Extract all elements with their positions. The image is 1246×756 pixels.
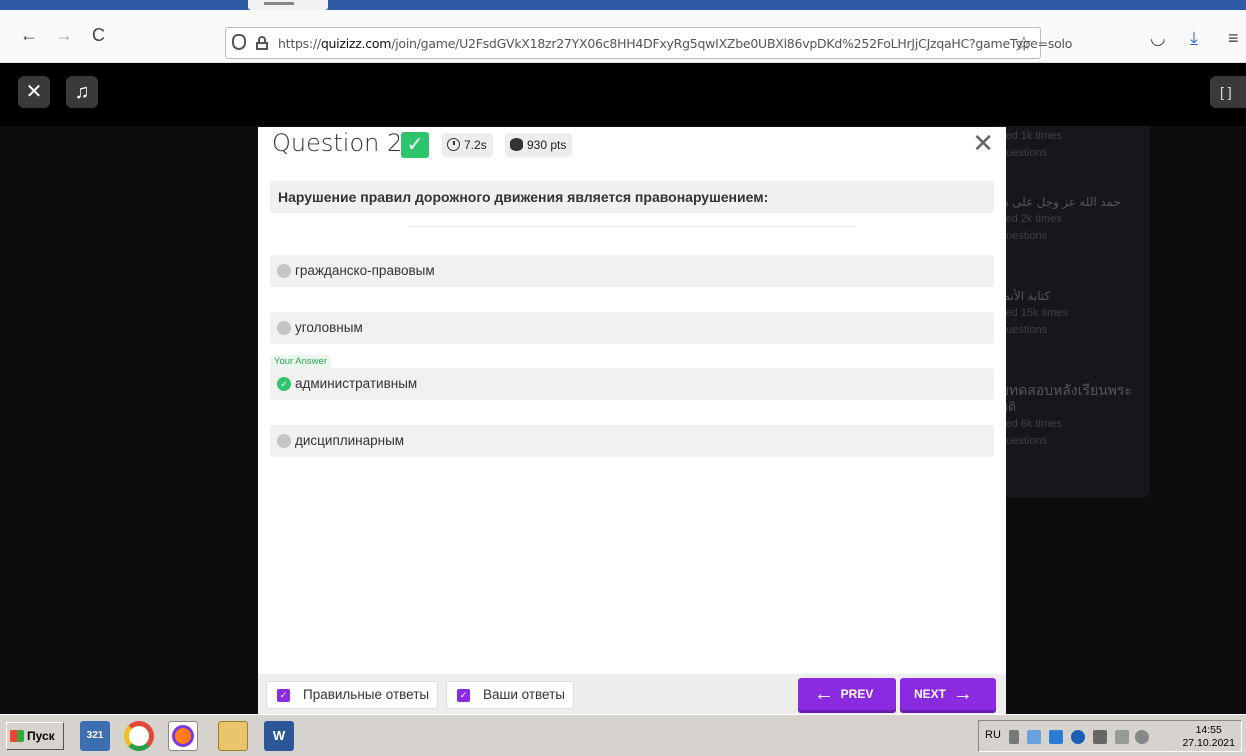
url-text[interactable]: https://quizizz.com/join/game/U2FsdGVkX1…	[278, 36, 1072, 51]
fullscreen-icon: [ ]	[1220, 84, 1232, 100]
background-quiz-item: حمد الله عز وجل على ن yed 2k times quest…	[1000, 195, 1121, 242]
tray-app-icon[interactable]	[1049, 730, 1063, 744]
taskbar: Пуск 321 W RU 14:55 27.10.2021	[0, 714, 1246, 756]
unselected-dot-icon	[277, 321, 291, 335]
close-icon: ✕	[25, 81, 43, 103]
question-text: Нарушение правил дорожного движения явля…	[270, 181, 994, 213]
unselected-dot-icon	[277, 434, 291, 448]
question-review-modal: Question 2 ✓ 7.2s 930 pts ✕ Нарушение пр…	[258, 127, 1006, 714]
next-button[interactable]: NEXT →	[900, 678, 996, 710]
music-note-icon: ♫	[74, 81, 90, 103]
volume-icon[interactable]	[1135, 730, 1149, 744]
signal-icon[interactable]	[1115, 730, 1129, 744]
checkbox-checked-icon: ✓	[457, 689, 470, 702]
browser-tab[interactable]	[248, 0, 328, 10]
back-arrow-icon[interactable]: ←	[20, 26, 38, 44]
calendar-app-icon[interactable]: 321	[80, 721, 110, 751]
menu-icon[interactable]: ≡	[1228, 28, 1239, 49]
time-badge: 7.2s	[442, 133, 493, 157]
modal-footer: ✓ Правильные ответы ✓ Ваши ответы ← PREV…	[258, 674, 1006, 714]
correct-check-icon: ✓	[401, 132, 429, 158]
answer-option: уголовным	[270, 312, 994, 344]
bookmark-star-icon[interactable]: ☆	[1016, 33, 1032, 54]
your-answers-toggle[interactable]: ✓ Ваши ответы	[446, 681, 574, 709]
start-button[interactable]: Пуск	[6, 722, 64, 750]
checkbox-checked-icon: ✓	[277, 689, 290, 702]
tray-expand-icon[interactable]	[1009, 730, 1019, 744]
question-title: Question 2	[272, 129, 403, 157]
arrow-right-icon: →	[952, 683, 973, 705]
pocket-icon[interactable]: ◡	[1150, 28, 1166, 49]
game-stage: ✕ ♫ [ ] yed 1k times questions حمد الله …	[0, 64, 1246, 714]
close-game-button[interactable]: ✕	[18, 76, 50, 108]
file-manager-app-icon[interactable]	[218, 721, 248, 751]
url-bar[interactable]: https://quizizz.com/join/game/U2FsdGVkX1…	[225, 27, 1072, 59]
forward-arrow-icon[interactable]: →	[55, 26, 73, 44]
unselected-dot-icon	[277, 264, 291, 278]
clock-icon	[447, 138, 460, 151]
music-button[interactable]: ♫	[66, 76, 98, 108]
your-answer-label: Your Answer	[270, 355, 331, 369]
bluetooth-icon[interactable]	[1071, 730, 1085, 744]
clock[interactable]: 14:55 27.10.2021	[1182, 724, 1235, 750]
browser-navbar: ← → C https://quizizz.com/join/game/U2Fs…	[0, 10, 1246, 63]
word-app-icon[interactable]: W	[264, 721, 294, 751]
background-quiz-item: كتابة الأنما yed 15k times questions	[1000, 289, 1068, 336]
points-badge: 930 pts	[505, 133, 573, 157]
divider	[408, 226, 856, 227]
windows-logo-icon	[10, 730, 24, 742]
correct-check-circle-icon: ✓	[277, 377, 291, 391]
lock-icon[interactable]	[256, 36, 268, 50]
background-quiz-meta: yed 1k times questions	[1000, 130, 1062, 159]
prev-button[interactable]: ← PREV	[798, 678, 896, 710]
tracking-shield-icon[interactable]	[232, 34, 246, 50]
answer-option: гражданско-правовым	[270, 255, 994, 287]
language-indicator[interactable]: RU	[985, 729, 1001, 741]
correct-answers-toggle[interactable]: ✓ Правильные ответы	[266, 681, 439, 709]
coins-icon	[510, 138, 523, 151]
network-icon[interactable]	[1093, 730, 1107, 744]
fullscreen-button[interactable]: [ ]	[1210, 76, 1246, 108]
answer-option: дисциплинарным	[270, 425, 994, 457]
firefox-app-icon[interactable]	[168, 721, 198, 751]
modal-header: Question 2 ✓ 7.2s 930 pts ✕	[258, 127, 1006, 165]
game-topbar: ✕ ♫ [ ]	[0, 64, 1246, 126]
background-quiz-item: บทดสอบหลังเรียนพระ ชติ yed 6k times ques…	[1000, 382, 1133, 447]
arrow-left-icon: ←	[814, 683, 834, 705]
chrome-app-icon[interactable]	[124, 721, 154, 751]
answer-option-selected: ✓ административным	[270, 368, 994, 400]
download-icon[interactable]: ⤓	[1190, 28, 1198, 49]
close-modal-button[interactable]: ✕	[972, 128, 994, 159]
tray-app-icon[interactable]	[1027, 730, 1041, 744]
system-tray: RU 14:55 27.10.2021	[978, 720, 1242, 752]
reload-icon[interactable]: C	[92, 26, 105, 44]
browser-tab-strip	[0, 0, 1246, 10]
